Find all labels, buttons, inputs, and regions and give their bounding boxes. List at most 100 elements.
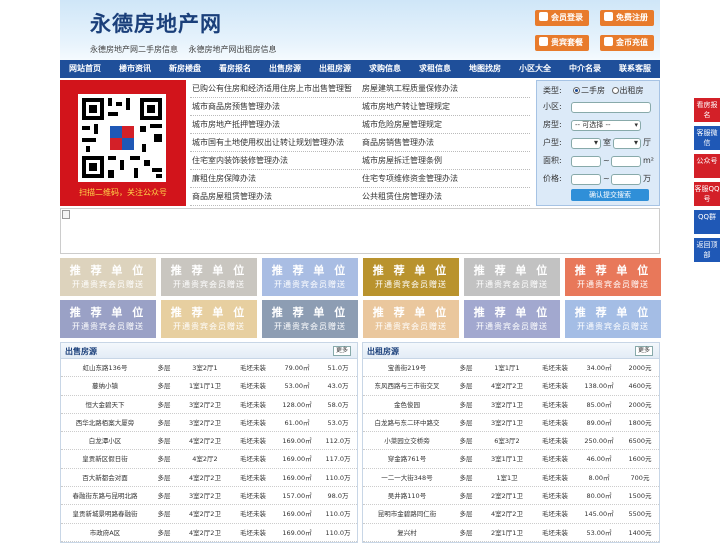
ad-title: 推 荐 单 位 xyxy=(372,264,450,277)
ad-slot[interactable]: 推 荐 单 位开通贵宾会员赠送 xyxy=(363,258,459,296)
news-link[interactable]: 城市房地产抵押管理办法 xyxy=(190,116,360,133)
sale-cell: 3室2厅1 xyxy=(192,364,218,372)
rent-row[interactable]: 吴井路110号 多层 2室2厅1卫 毛坯未装 80.00㎡ 1500元 xyxy=(363,487,659,506)
ad-slot[interactable]: 推 荐 单 位开通贵宾会员赠送 xyxy=(363,300,459,338)
site-logo[interactable]: 永德房地产网 xyxy=(90,8,222,38)
ad-subtitle: 开通贵宾会员赠送 xyxy=(476,322,548,331)
ad-title: 推 荐 单 位 xyxy=(473,264,551,277)
sale-row[interactable]: 蔓纳小镇 多层 1室1厅1卫 毛坯未装 53.00㎡ 43.0万 xyxy=(61,377,357,396)
news-link[interactable]: 住宅室内装饰装修管理办法 xyxy=(190,152,360,169)
news-link[interactable]: 商品房屋租赁管理办法 xyxy=(190,188,360,205)
nav-item-10[interactable]: 中介名录 xyxy=(560,60,610,78)
news-link[interactable]: 城市商品房预售管理办法 xyxy=(190,98,360,115)
rent-row[interactable]: 东风西路与三市街交叉 多层 4室2厅2卫 毛坯未装 138.00㎡ 4600元 xyxy=(363,377,659,396)
sale-row[interactable]: 皇贡新区假日街 多层 4室2厅2 毛坯未装 169.00㎡ 117.0万 xyxy=(61,450,357,469)
rental-link[interactable]: 永德房地产网出租房信息 xyxy=(189,45,277,54)
rent-cell: 多层 xyxy=(459,492,473,501)
sale-row[interactable]: 恒大金碧天下 多层 3室2厅2卫 毛坯未装 128.00㎡ 58.0万 xyxy=(61,396,357,414)
news-link[interactable]: 廉租住房保障办法 xyxy=(190,170,360,187)
news-link[interactable]: 公共租赁住房管理办法 xyxy=(360,188,530,205)
news-link[interactable]: 城市房屋拆迁管理条例 xyxy=(360,152,530,169)
area-max-input[interactable] xyxy=(611,156,641,167)
sale-cell: 百大新都会对面 xyxy=(82,473,128,482)
news-link[interactable]: 城市危险房屋管理规定 xyxy=(360,116,530,133)
nav-item-8[interactable]: 地图找房 xyxy=(460,60,510,78)
ad-slot[interactable]: 推 荐 单 位开通贵宾会员赠送 xyxy=(262,300,358,338)
nav-item-9[interactable]: 小区大全 xyxy=(510,60,560,78)
ad-slot[interactable]: 推 荐 单 位开通贵宾会员赠送 xyxy=(565,258,661,296)
ad-slot[interactable]: 推 荐 单 位开通贵宾会员赠送 xyxy=(60,258,156,296)
news-link[interactable]: 住宅专项维修资金管理办法 xyxy=(360,170,530,187)
recharge-button[interactable]: 金币充值 xyxy=(600,35,654,51)
nav-item-4[interactable]: 出售房源 xyxy=(260,60,310,78)
area-min-input[interactable] xyxy=(571,156,601,167)
ad-slot[interactable]: 推 荐 单 位开通贵宾会员赠送 xyxy=(565,300,661,338)
side-tab-1[interactable]: 客服微信 xyxy=(694,126,720,150)
sale-row[interactable]: 百大新都会对面 多层 4室2厅2卫 毛坯未装 169.00㎡ 110.0万 xyxy=(61,469,357,488)
radio-second-hand[interactable] xyxy=(573,87,580,94)
type-radio-group: 二手房 出租房 xyxy=(573,85,644,97)
sale-cell: 169.00㎡ xyxy=(282,528,312,537)
community-input[interactable] xyxy=(571,102,651,113)
ad-slot[interactable]: 推 荐 单 位开通贵宾会员赠送 xyxy=(60,300,156,338)
rent-row[interactable]: 复兴村 多层 2室1厅1卫 毛坯未装 53.00㎡ 1400元 xyxy=(363,524,659,542)
sale-cell: 恒大金碧天下 xyxy=(85,400,125,409)
coin-icon xyxy=(604,37,613,46)
nav-item-3[interactable]: 看房报名 xyxy=(210,60,260,78)
nav-item-11[interactable]: 联系客服 xyxy=(610,60,660,78)
nav-item-6[interactable]: 求购信息 xyxy=(360,60,410,78)
nav-item-5[interactable]: 出租房源 xyxy=(310,60,360,78)
banner-image[interactable] xyxy=(60,208,660,254)
side-tab-3[interactable]: 客服QQ号 xyxy=(694,182,720,206)
radio-rental[interactable] xyxy=(611,87,619,94)
sale-row[interactable]: 春融街东路与昆明北路 多层 3室2厅2卫 毛坯未装 157.00㎡ 98.0万 xyxy=(61,487,357,506)
broken-image-icon xyxy=(62,210,70,219)
rent-row[interactable]: 宝善街219号 多层 1室1厅1 毛坯未装 34.00㎡ 2000元 xyxy=(363,359,659,378)
room-select[interactable]: ▾ xyxy=(571,138,601,149)
house-select[interactable]: -- 可选择 -- ▾ xyxy=(571,120,641,131)
ad-slot[interactable]: 推 荐 单 位开通贵宾会员赠送 xyxy=(161,300,257,338)
register-button[interactable]: 免费注册 xyxy=(600,10,654,26)
sale-row[interactable]: 皇贡新城景明路春融街 多层 4室2厅2卫 毛坯未装 169.00㎡ 110.0万 xyxy=(61,505,357,524)
rent-cell: 毛坯未装 xyxy=(542,400,568,409)
ad-title: 推 荐 单 位 xyxy=(271,306,349,319)
ad-slot[interactable]: 推 荐 单 位开通贵宾会员赠送 xyxy=(161,258,257,296)
vip-package-button[interactable]: 贵宾套餐 xyxy=(535,35,589,51)
rent-row[interactable]: 昆明市金碧路同仁街 多层 4室2厅2卫 毛坯未装 145.00㎡ 5500元 xyxy=(363,505,659,524)
news-link[interactable]: 城市国有土地使用权出让转让规划管理办法 xyxy=(190,134,360,151)
second-hand-link[interactable]: 永德房地产网二手房信息 xyxy=(90,45,178,54)
nav-item-7[interactable]: 求租信息 xyxy=(410,60,460,78)
sale-row[interactable]: 虹山东路136号 多层 3室2厅1 毛坯未装 79.00㎡ 51.0万 xyxy=(61,359,357,378)
hall-select[interactable]: ▾ xyxy=(613,138,641,149)
price-min-input[interactable] xyxy=(571,174,601,185)
side-tab-0[interactable]: 看房报名 xyxy=(694,98,720,122)
side-tab-4[interactable]: QQ群 xyxy=(694,210,720,234)
rent-row[interactable]: 金色俊园 多层 3室2厅1卫 毛坯未装 85.00㎡ 2000元 xyxy=(363,396,659,414)
news-link[interactable]: 已购公有住房和经济适用住房上市出售管理暂 xyxy=(190,80,360,97)
rent-more-button[interactable]: 更多 xyxy=(634,346,653,356)
news-link[interactable]: 商品房销售管理办法 xyxy=(360,134,530,151)
nav-item-2[interactable]: 新房楼盘 xyxy=(160,60,210,78)
nav-item-1[interactable]: 楼市资讯 xyxy=(110,60,160,78)
rent-cell: 毛坯未装 xyxy=(542,510,568,519)
search-submit-button[interactable]: 确认提交搜索 xyxy=(571,189,649,201)
rent-row[interactable]: 穿金路761号 多层 3室1厅1卫 毛坯未装 46.00㎡ 1600元 xyxy=(363,450,659,469)
sale-row[interactable]: 市政府A区 多层 4室2厅2卫 毛坯未装 169.00㎡ 110.0万 xyxy=(61,524,357,542)
rent-row[interactable]: 白龙路与东二环中路交 多层 3室2厅1卫 毛坯未装 89.00㎡ 1800元 xyxy=(363,414,659,433)
sale-row[interactable]: 白龙潭小区 多层 4室2厅2卫 毛坯未装 169.00㎡ 112.0万 xyxy=(61,432,357,451)
price-max-input[interactable] xyxy=(611,174,641,185)
ad-slot[interactable]: 推 荐 单 位开通贵宾会员赠送 xyxy=(464,258,560,296)
side-tab-2[interactable]: 公众号 xyxy=(694,154,720,178)
sale-row[interactable]: 西华北路栢案大厦旁 多层 3室2厅2卫 毛坯未装 61.00㎡ 53.0万 xyxy=(61,414,357,433)
news-link[interactable]: 房屋建筑工程质量保修办法 xyxy=(360,80,530,97)
ad-slot[interactable]: 推 荐 单 位开通贵宾会员赠送 xyxy=(262,258,358,296)
ad-slot[interactable]: 推 荐 单 位开通贵宾会员赠送 xyxy=(464,300,560,338)
rent-row[interactable]: 小菜园立交桥旁 多层 6室3厅2 毛坯未装 250.00㎡ 6500元 xyxy=(363,432,659,451)
side-tab-5[interactable]: 返回顶部 xyxy=(694,238,720,262)
login-button[interactable]: 会员登录 xyxy=(535,10,589,26)
sale-more-button[interactable]: 更多 xyxy=(332,346,351,356)
news-link[interactable]: 城市房地产转让管理规定 xyxy=(360,98,530,115)
rent-row[interactable]: 一二一大街348号 多层 1室1卫 毛坯未装 8.00㎡ 700元 xyxy=(363,469,659,488)
nav-item-0[interactable]: 网站首页 xyxy=(60,60,110,78)
sale-cell: 毛坯未装 xyxy=(240,528,266,537)
